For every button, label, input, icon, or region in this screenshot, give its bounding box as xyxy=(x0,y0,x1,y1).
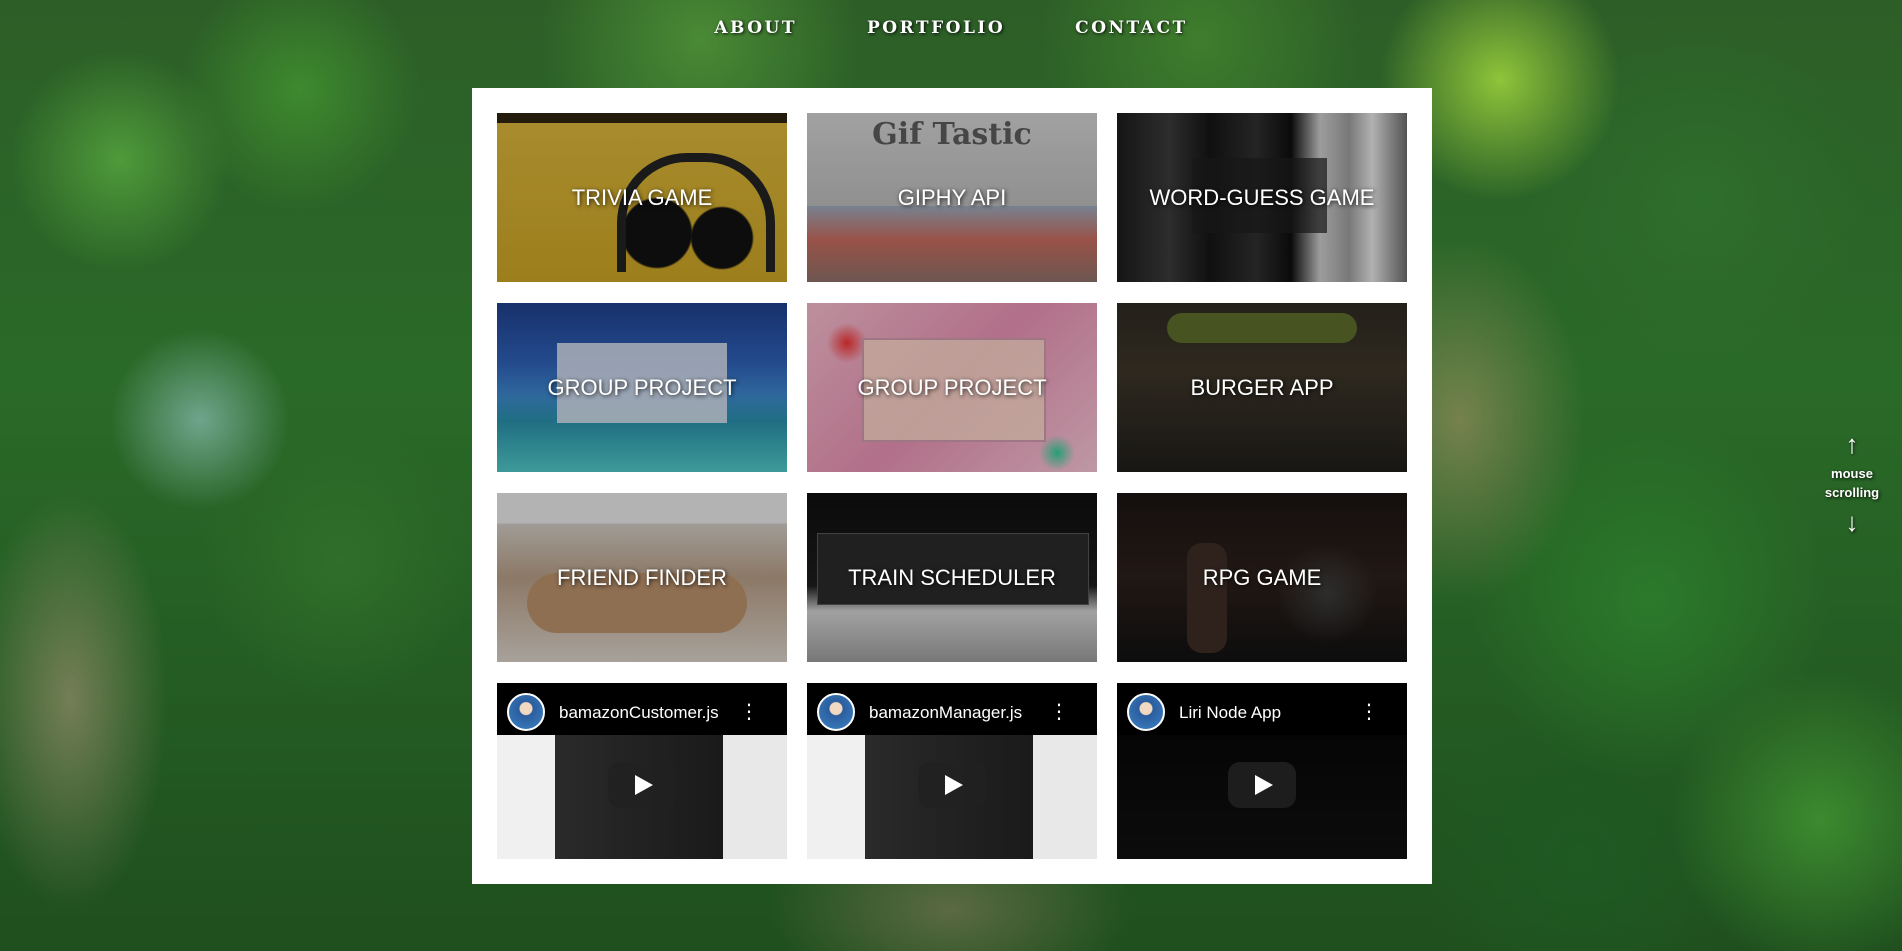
project-title: RPG GAME xyxy=(1202,564,1322,590)
video-embed-bamazon-manager[interactable]: bamazonManager.js ⋮ xyxy=(807,683,1097,859)
project-tile-giphy[interactable]: Gif Tastic GIPHY API xyxy=(807,113,1097,282)
project-title: GROUP PROJECT xyxy=(857,374,1047,400)
video-title[interactable]: bamazonCustomer.js xyxy=(559,703,739,723)
project-title: GROUP PROJECT xyxy=(547,374,737,400)
portfolio-panel: TRIVIA GAME Gif Tastic GIPHY API WORD-GU… xyxy=(472,88,1432,884)
play-button-icon[interactable] xyxy=(608,762,676,809)
arrow-up-icon: ↑ xyxy=(1845,429,1859,459)
scroll-hint: ↑ mouse scrolling ↓ xyxy=(1822,430,1882,536)
video-title[interactable]: bamazonManager.js xyxy=(869,703,1049,723)
project-tile-trivia[interactable]: TRIVIA GAME xyxy=(497,113,787,282)
project-title: TRAIN SCHEDULER xyxy=(848,564,1056,590)
nav-contact-link[interactable]: CONTACT xyxy=(1075,18,1187,38)
project-title: TRIVIA GAME xyxy=(571,184,713,210)
project-title: FRIEND FINDER xyxy=(557,564,727,590)
top-navigation: ABOUT PORTFOLIO CONTACT xyxy=(0,0,1902,56)
channel-avatar[interactable] xyxy=(1127,693,1165,731)
arrow-down-icon: ↓ xyxy=(1845,507,1859,537)
scroll-hint-text-line1: mouse xyxy=(1831,466,1873,481)
nav-about-link[interactable]: ABOUT xyxy=(714,18,797,38)
project-tile-group-2[interactable]: GROUP PROJECT xyxy=(807,303,1097,472)
video-title[interactable]: Liri Node App xyxy=(1179,703,1359,723)
project-title: GIPHY API xyxy=(897,184,1007,210)
video-embed-liri-node[interactable]: Liri Node App ⋮ xyxy=(1117,683,1407,859)
scroll-hint-text-line2: scrolling xyxy=(1824,485,1880,500)
project-title: BURGER APP xyxy=(1190,374,1334,400)
project-tile-burger[interactable]: BURGER APP xyxy=(1117,303,1407,472)
project-tile-word-guess[interactable]: WORD-GUESS GAME xyxy=(1117,113,1407,282)
video-menu-icon[interactable]: ⋮ xyxy=(739,701,759,721)
channel-avatar[interactable] xyxy=(817,693,855,731)
video-menu-icon[interactable]: ⋮ xyxy=(1359,701,1379,721)
project-tile-friend-finder[interactable]: FRIEND FINDER xyxy=(497,493,787,662)
portfolio-grid: TRIVIA GAME Gif Tastic GIPHY API WORD-GU… xyxy=(497,113,1407,859)
nav-portfolio-link[interactable]: PORTFOLIO xyxy=(867,18,1005,38)
project-tile-group-1[interactable]: GROUP PROJECT xyxy=(497,303,787,472)
video-menu-icon[interactable]: ⋮ xyxy=(1049,701,1069,721)
project-title: WORD-GUESS GAME xyxy=(1149,184,1375,210)
project-tile-train[interactable]: TRAIN SCHEDULER xyxy=(807,493,1097,662)
play-button-icon[interactable] xyxy=(1228,762,1296,809)
play-button-icon[interactable] xyxy=(918,762,986,809)
video-embed-bamazon-customer[interactable]: bamazonCustomer.js ⋮ xyxy=(497,683,787,859)
project-tile-rpg[interactable]: RPG GAME xyxy=(1117,493,1407,662)
channel-avatar[interactable] xyxy=(507,693,545,731)
